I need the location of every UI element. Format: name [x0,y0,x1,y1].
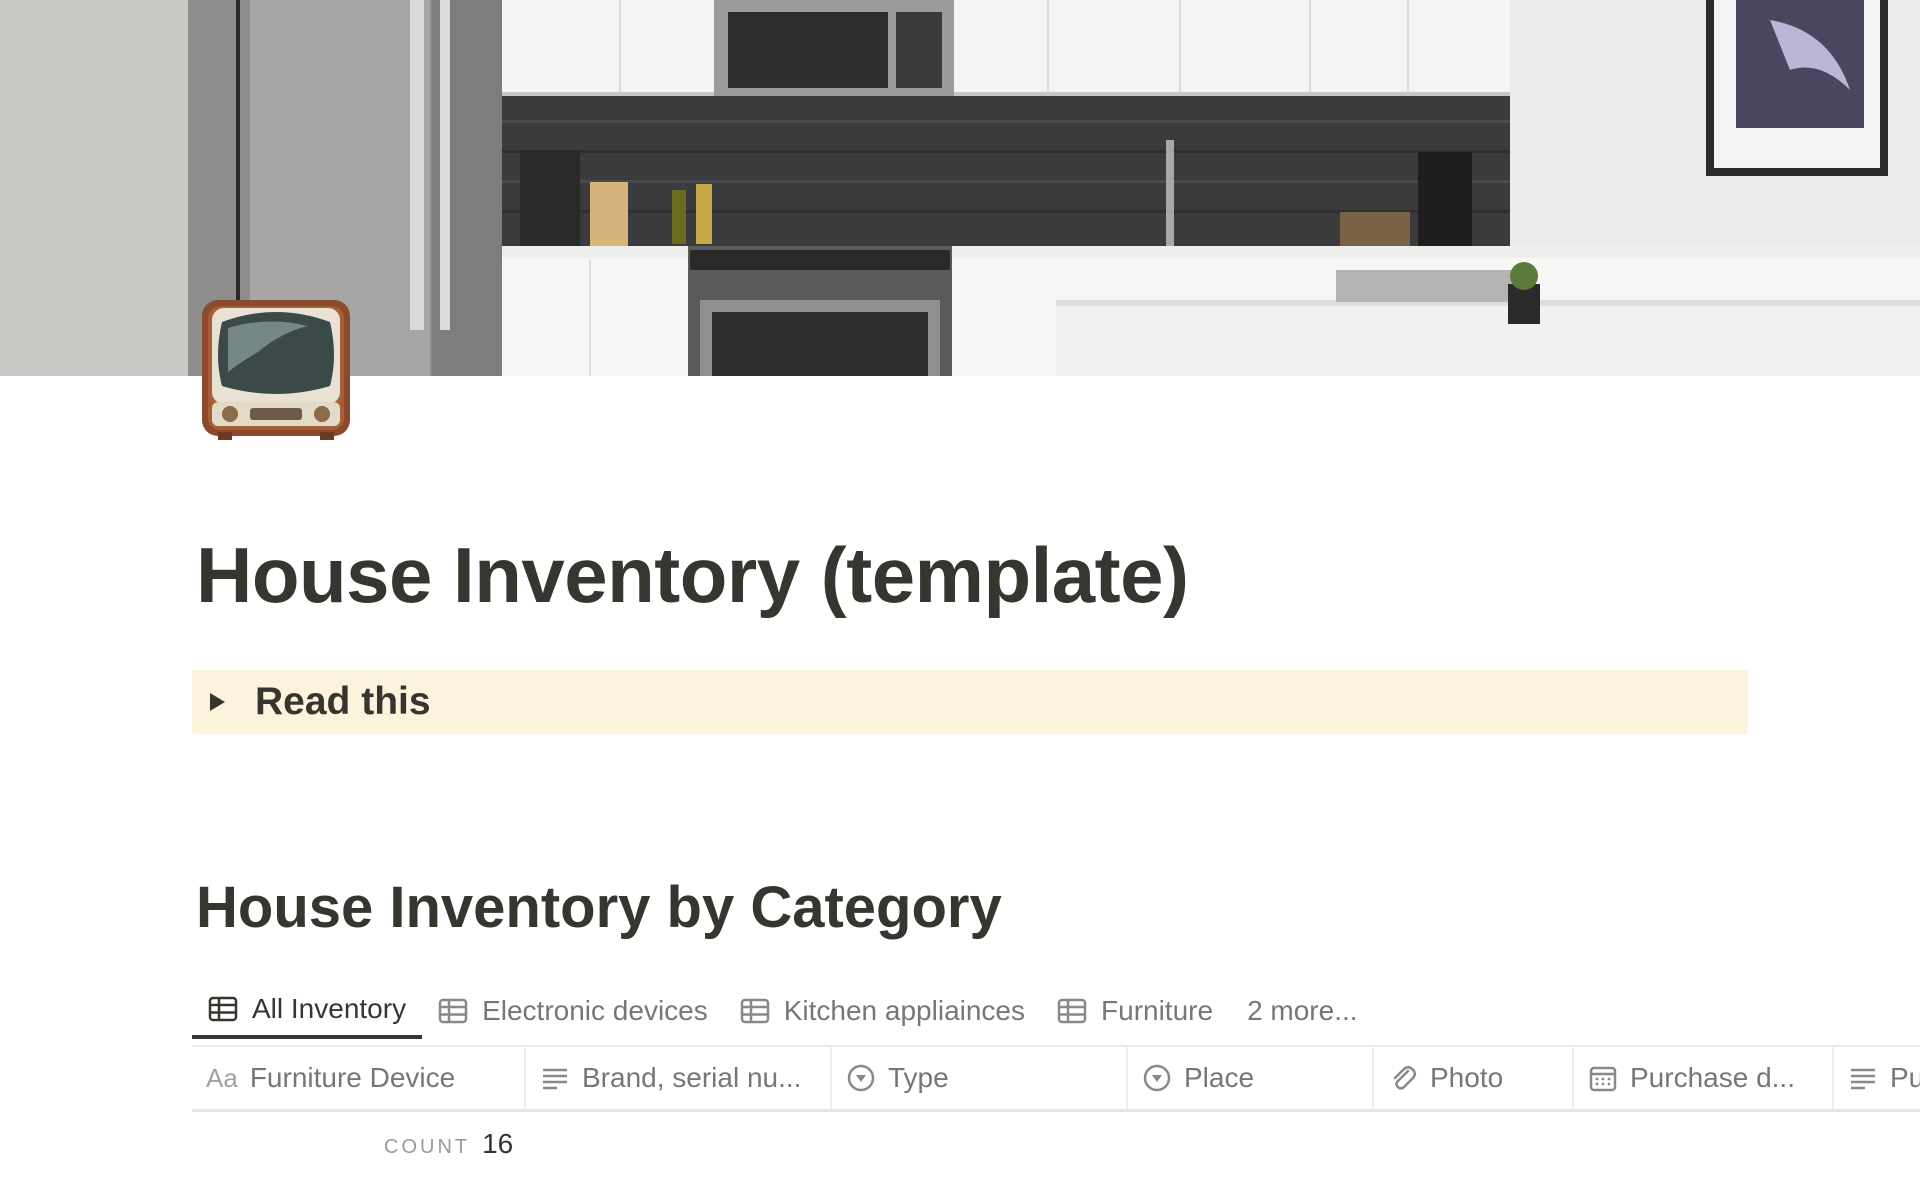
tab-all-inventory[interactable]: All Inventory [192,983,423,1039]
more-views-button[interactable]: 2 more... [1229,983,1373,1039]
column-label: Pu [1890,1062,1920,1093]
column-label: Photo [1430,1062,1504,1093]
text-lines-icon [543,1068,567,1090]
table-icon [208,996,238,1022]
column-label: Type [888,1062,949,1093]
count-label: COUNT [384,1136,471,1158]
column-label: Furniture Device [249,1062,456,1093]
page-title[interactable]: House Inventory (template) [196,530,1189,621]
count-value: 16 [482,1128,514,1159]
toggle-triangle-icon[interactable] [210,693,225,711]
tab-label: Kitchen appliainces [783,995,1026,1026]
paperclip-icon [1393,1066,1416,1090]
read-this-toggle[interactable]: Read this [192,670,1748,734]
column-header-photo[interactable]: Photo [1374,1047,1574,1109]
television-icon [202,300,350,440]
table-count[interactable]: COUNT 16 [384,1128,513,1160]
select-icon [847,1064,875,1092]
column-header-purchase-date[interactable]: Purchase d... [1574,1047,1834,1109]
tab-label: Electronic devices [482,995,708,1026]
column-label: Purchase d... [1630,1062,1795,1093]
table-icon [740,998,769,1024]
database-title[interactable]: House Inventory by Category [196,874,1002,941]
text-lines-icon [1851,1068,1875,1090]
more-views-label: 2 more... [1247,995,1358,1026]
table-header: Aa Furniture Device Brand, serial nu... … [192,1047,1920,1112]
tab-kitchen-appliances[interactable]: Kitchen appliainces [724,983,1041,1039]
table-icon [1057,998,1087,1024]
column-label: Brand, serial nu... [582,1062,802,1093]
calendar-icon [1589,1066,1617,1092]
column-label: Place [1184,1062,1255,1093]
database-view-tabs: All Inventory Electronic devices Kitchen… [192,978,1920,1044]
tab-furniture[interactable]: Furniture [1041,983,1229,1039]
tab-electronic-devices[interactable]: Electronic devices [422,983,724,1039]
page-icon-television[interactable] [198,292,354,448]
toggle-label: Read this [255,680,431,723]
title-aa-icon: Aa [206,1062,238,1093]
column-header-type[interactable]: Type [832,1047,1128,1109]
tab-label: Furniture [1101,995,1214,1026]
tab-label: All Inventory [252,993,407,1024]
table-icon [438,998,468,1024]
column-header-brand-serial[interactable]: Brand, serial nu... [526,1047,832,1109]
column-header-furniture-device[interactable]: Aa Furniture Device [192,1047,526,1109]
column-header-place[interactable]: Place [1128,1047,1374,1109]
column-header-purchase-price[interactable]: Pu [1834,1047,1920,1109]
select-icon [1143,1064,1171,1092]
